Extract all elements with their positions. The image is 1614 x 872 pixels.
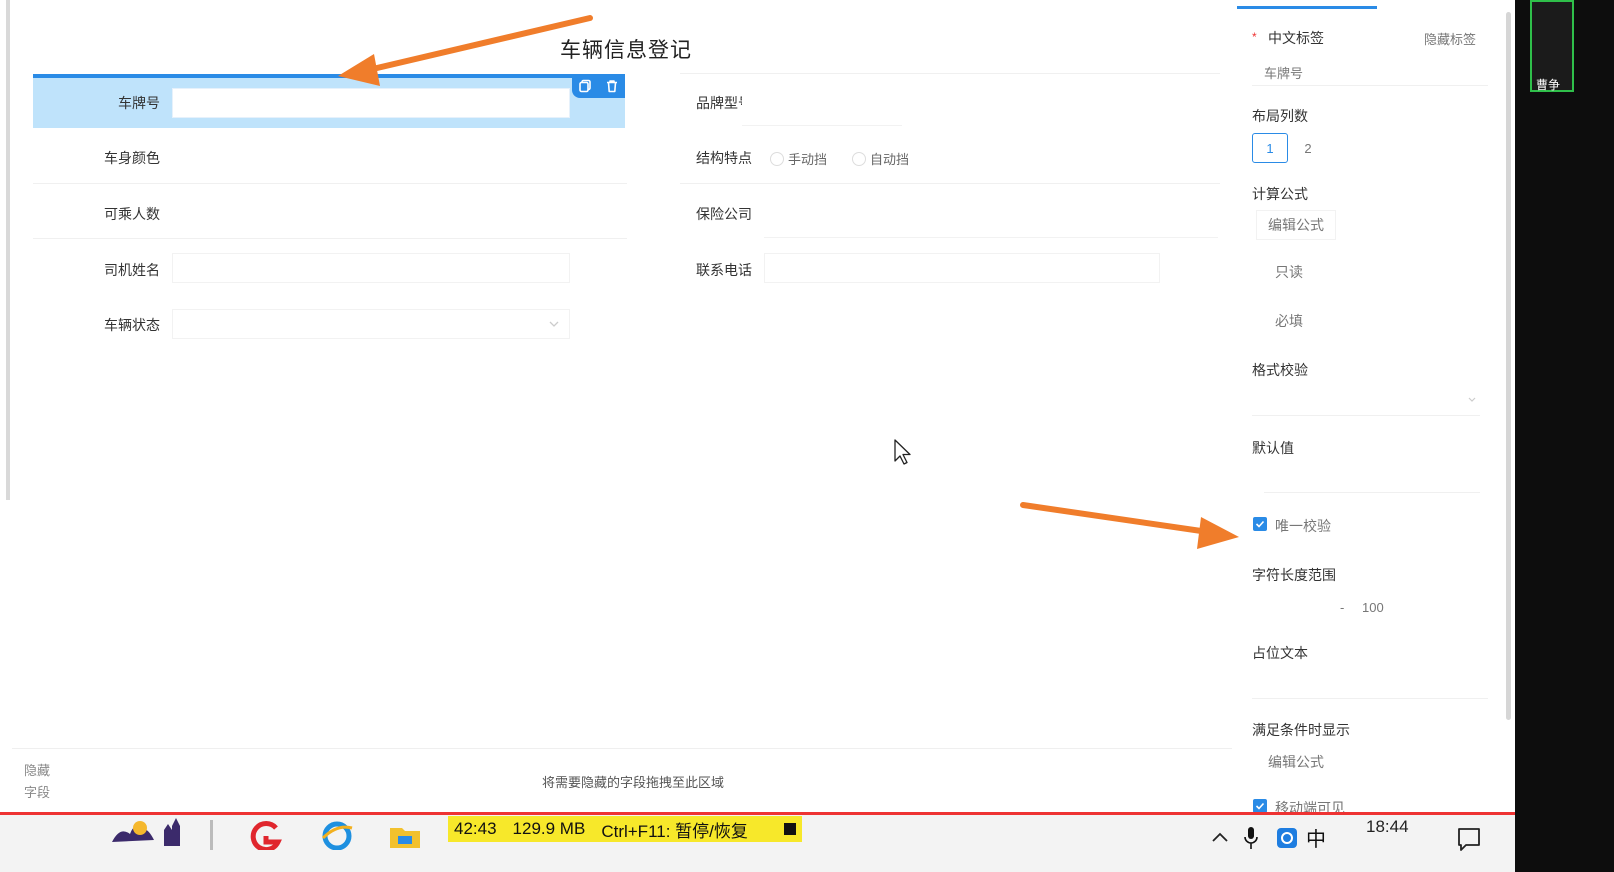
annotation-arrow-icon xyxy=(338,15,593,86)
folder-icon[interactable] xyxy=(388,822,422,850)
annotation-arrow-icon xyxy=(1020,502,1239,549)
layout-cols-title: 布局列数 xyxy=(1252,108,1308,124)
stop-icon[interactable] xyxy=(784,823,796,835)
radio-manual[interactable]: 手动挡 xyxy=(770,149,827,168)
plate-input[interactable] xyxy=(172,88,570,118)
driver-input[interactable] xyxy=(172,253,570,283)
row-divider xyxy=(680,183,1220,184)
layout-cols-option-2[interactable]: 2 xyxy=(1290,133,1326,163)
insurer-label: 保险公司 xyxy=(696,206,752,222)
mobile-visible-checkbox[interactable] xyxy=(1253,799,1267,813)
side-strip xyxy=(1515,0,1614,872)
hidden-zone-label-line2: 字段 xyxy=(24,785,51,800)
recorder-shortcut: Ctrl+F11: 暂停/恢复 xyxy=(601,821,748,841)
conditional-edit-formula-button[interactable]: 编辑公式 xyxy=(1256,747,1336,777)
conditional-display-title: 满足条件时显示 xyxy=(1252,722,1350,738)
edit-formula-button[interactable]: 编辑公式 xyxy=(1256,210,1336,240)
chevron-down-icon xyxy=(1468,397,1476,402)
required-star: * xyxy=(1252,30,1257,44)
row-divider xyxy=(680,73,1220,74)
format-check-title: 格式校验 xyxy=(1252,362,1308,378)
radio-circle-icon xyxy=(852,152,866,166)
row-divider xyxy=(33,183,627,184)
length-range-separator: - xyxy=(1340,600,1345,615)
taskbar-divider xyxy=(210,820,213,850)
chevron-up-icon[interactable] xyxy=(1210,830,1230,844)
radio-auto-label: 自动挡 xyxy=(870,152,910,167)
plate-label: 车牌号 xyxy=(118,95,160,111)
hidden-zone-hint: 将需要隐藏的字段拖拽至此区域 xyxy=(542,775,725,790)
chevron-down-icon xyxy=(549,321,559,327)
phone-input[interactable] xyxy=(764,253,1160,283)
cn-label-input[interactable]: 车牌号 xyxy=(1252,55,1488,86)
recorder-size: 129.9 MB xyxy=(512,819,586,838)
passengers-label: 可乘人数 xyxy=(104,206,160,222)
length-range-max-input[interactable]: 100 xyxy=(1362,600,1384,615)
bat-app-icon[interactable] xyxy=(110,816,156,846)
radio-auto[interactable]: 自动挡 xyxy=(852,149,909,168)
screen-recorder-bar: 42:43 129.9 MB Ctrl+F11: 暂停/恢复 xyxy=(448,816,802,842)
required-toggle[interactable]: 必填 xyxy=(1275,311,1303,331)
notification-icon[interactable] xyxy=(1456,826,1482,852)
cn-label-value: 车牌号 xyxy=(1264,66,1304,81)
insurer-input[interactable] xyxy=(764,208,1218,238)
color-label: 车身颜色 xyxy=(104,150,160,166)
readonly-toggle[interactable]: 只读 xyxy=(1275,262,1303,282)
phone-label: 联系电话 xyxy=(696,262,752,278)
hidden-zone-label-line1: 隐藏 xyxy=(24,763,51,778)
brand-input[interactable] xyxy=(742,96,902,126)
placeholder-input[interactable] xyxy=(1252,668,1488,699)
left-scrollbar[interactable] xyxy=(6,0,10,500)
color-input[interactable] xyxy=(172,143,312,173)
ime-indicator[interactable]: 中 xyxy=(1306,823,1326,852)
default-value-input[interactable] xyxy=(1264,462,1480,493)
delete-icon[interactable] xyxy=(604,78,620,94)
unique-check-label: 唯一校验 xyxy=(1275,518,1331,534)
check-icon xyxy=(1255,802,1265,810)
hidden-zone-label: 隐藏 字段 xyxy=(24,760,50,804)
cn-label-title: 中文标签 xyxy=(1268,30,1324,46)
avatar-name: 曹争 xyxy=(1536,78,1561,92)
microphone-icon[interactable] xyxy=(1244,826,1258,850)
radio-circle-icon xyxy=(770,152,784,166)
placeholder-title: 占位文本 xyxy=(1252,645,1308,661)
status-select[interactable] xyxy=(172,309,570,339)
panel-active-tab-indicator[interactable] xyxy=(1237,6,1377,9)
taskbar-clock[interactable]: 18:44 xyxy=(1366,817,1409,837)
default-value-title: 默认值 xyxy=(1252,440,1294,456)
ie-browser-icon[interactable] xyxy=(320,820,354,850)
app-tray-icon[interactable] xyxy=(1276,827,1298,849)
mouse-cursor-icon xyxy=(894,439,911,465)
recorder-elapsed: 42:43 xyxy=(454,819,497,838)
g-app-icon[interactable] xyxy=(248,820,282,850)
radio-manual-label: 手动挡 xyxy=(788,152,828,167)
length-range-title: 字符长度范围 xyxy=(1252,567,1336,583)
format-check-select[interactable] xyxy=(1252,385,1480,416)
panel-scrollbar[interactable] xyxy=(1506,12,1511,720)
unique-check-checkbox[interactable] xyxy=(1253,517,1267,531)
hide-label-link[interactable]: 隐藏标签 xyxy=(1424,29,1476,48)
structure-label: 结构特点 xyxy=(696,150,752,166)
row-divider xyxy=(33,238,627,239)
layout-cols-option-1[interactable]: 1 xyxy=(1252,133,1288,163)
check-icon xyxy=(1255,520,1265,528)
formula-title: 计算公式 xyxy=(1252,186,1308,202)
status-label: 车辆状态 xyxy=(104,317,160,333)
castle-app-icon[interactable] xyxy=(160,816,184,846)
driver-label: 司机姓名 xyxy=(104,262,160,278)
